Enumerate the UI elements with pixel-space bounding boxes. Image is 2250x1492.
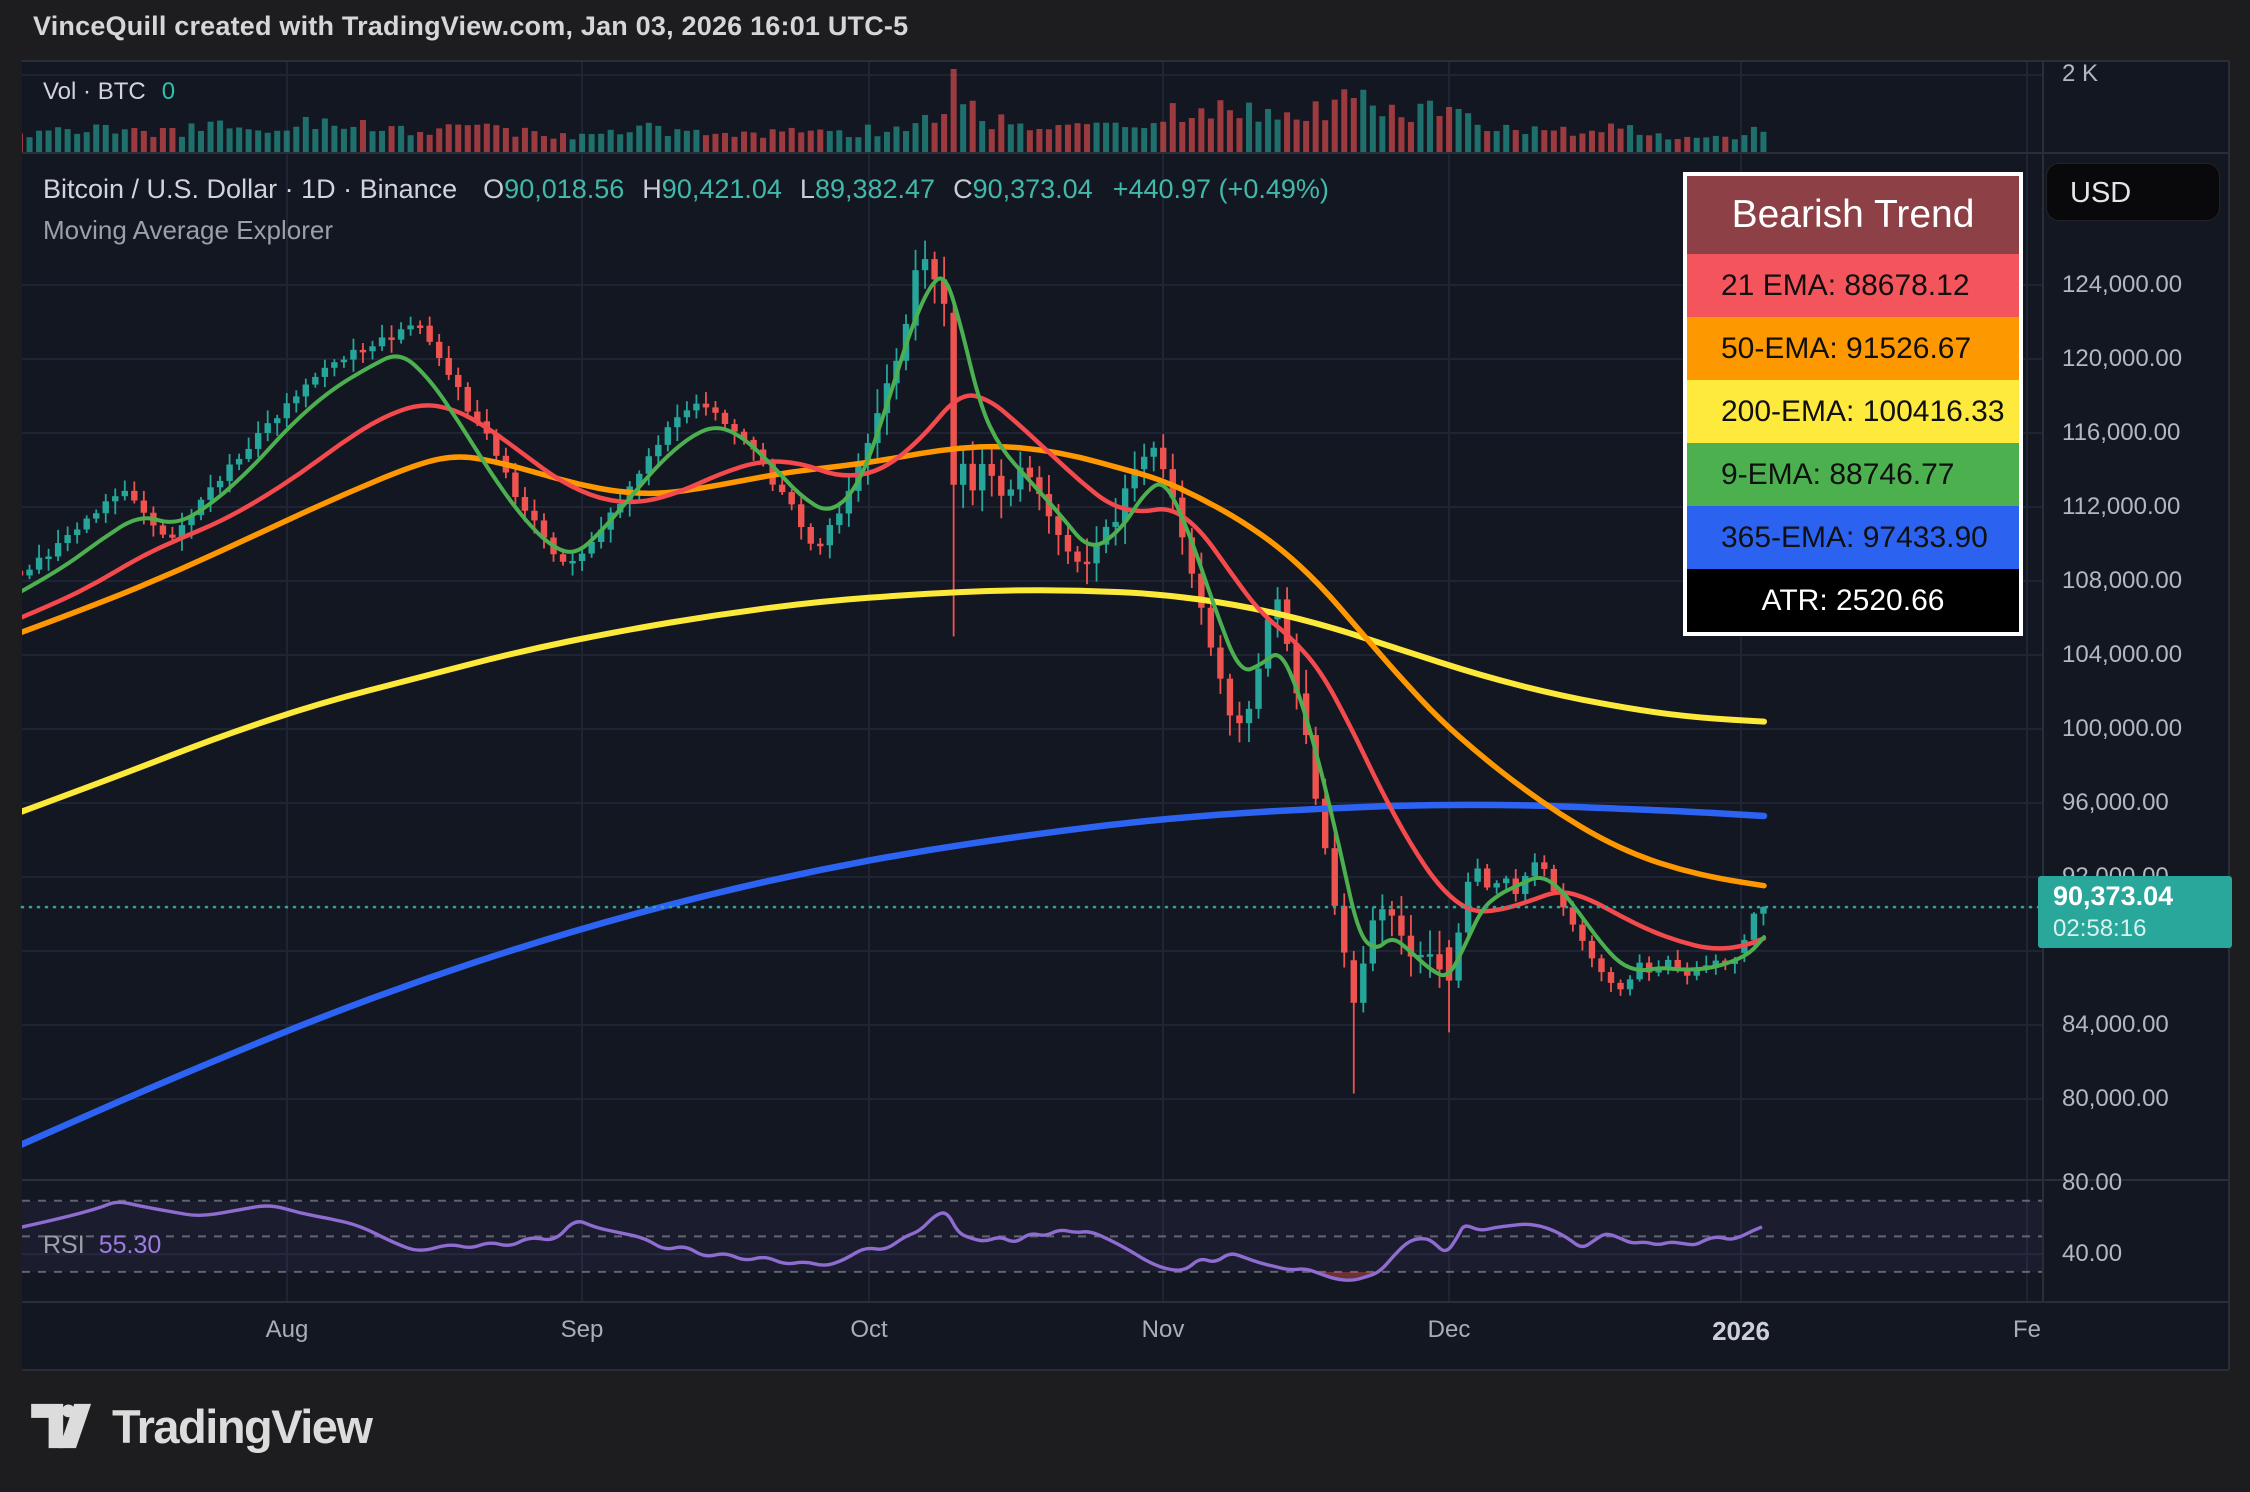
price-axis-label: 84,000.00: [2062, 1011, 2169, 1038]
trend-row: 50-EMA: 91526.67: [1687, 317, 2019, 380]
last-price-value: 90,373.04: [2053, 881, 2174, 911]
indicator-legend-ma-explorer[interactable]: Moving Average Explorer: [43, 215, 333, 246]
rsi-label: RSI: [43, 1231, 85, 1259]
price-axis-label: 116,000.00: [2062, 419, 2181, 446]
time-axis-label: Oct: [850, 1316, 888, 1343]
trend-row: 9-EMA: 88746.77: [1687, 443, 2019, 506]
close-label: C: [953, 174, 973, 204]
high-value: 90,421.04: [661, 174, 782, 204]
volume-scale-label: 2 K: [2062, 60, 2099, 87]
volume-legend[interactable]: Vol · BTC 0: [43, 78, 175, 106]
tradingview-snapshot: VinceQuill created with TradingView.com,…: [0, 0, 2250, 1492]
close-value: 90,373.04: [972, 174, 1093, 204]
trend-row: 200-EMA: 100416.33: [1687, 380, 2019, 443]
time-axis-label: 2026: [1712, 1316, 1770, 1346]
trend-status-panel: Bearish Trend 21 EMA: 88678.12 50-EMA: 91…: [1683, 172, 2023, 636]
trend-status-title: Bearish Trend: [1687, 176, 2019, 254]
bar-countdown: 02:58:16: [2053, 915, 2147, 942]
atr-row: ATR: 2520.66: [1687, 569, 2019, 632]
open-label: O: [483, 174, 505, 204]
price-axis-label: 124,000.00: [2062, 271, 2183, 298]
price-axis-label: 112,000.00: [2062, 493, 2181, 520]
price-axis-label: 120,000.00: [2062, 345, 2183, 372]
currency-button[interactable]: USD: [2046, 163, 2220, 221]
high-label: H: [642, 174, 662, 204]
time-axis-label: Aug: [265, 1316, 309, 1343]
price-axis-label: 108,000.00: [2062, 567, 2183, 594]
rsi-axis-label: 40.00: [2062, 1240, 2123, 1268]
trend-row: 21 EMA: 88678.12: [1687, 254, 2019, 317]
time-axis-label: Nov: [1141, 1316, 1185, 1343]
tradingview-glyph-icon: [31, 1403, 92, 1449]
price-axis-label: 96,000.00: [2062, 789, 2169, 816]
rsi-axis-label: 80.00: [2062, 1169, 2123, 1196]
symbol-title: Bitcoin / U.S. Dollar · 1D · Binance: [43, 174, 458, 204]
volume-legend-value: 0: [161, 78, 176, 105]
rsi-value: 55.30: [98, 1231, 162, 1259]
tradingview-logo[interactable]: TradingView: [30, 1396, 373, 1456]
tradingview-wordmark: TradingView: [112, 1399, 373, 1453]
price-axis-label: 80,000.00: [2062, 1085, 2169, 1112]
time-axis-label: Sep: [560, 1316, 604, 1343]
watermark-header: VinceQuill created with TradingView.com,…: [33, 11, 909, 41]
time-axis-label: Fe: [2012, 1316, 2042, 1343]
last-price-tag: 90,373.04 02:58:16: [2038, 876, 2232, 948]
price-axis-label: 100,000.00: [2062, 715, 2183, 742]
open-value: 90,018.56: [504, 174, 625, 204]
change-value: +440.97 (+0.49%): [1112, 174, 1329, 204]
time-axis-label: Dec: [1427, 1316, 1471, 1343]
trend-rows: 21 EMA: 88678.12 50-EMA: 91526.67 200-EMA:…: [1687, 254, 2019, 569]
volume-legend-label: Vol · BTC: [43, 78, 146, 105]
price-axis-label: 104,000.00: [2062, 641, 2183, 668]
symbol-legend[interactable]: Bitcoin / U.S. Dollar · 1D · Binance O90,…: [43, 174, 1329, 205]
rsi-legend[interactable]: RSI 55.30: [43, 1231, 161, 1260]
low-label: L: [799, 174, 815, 204]
trend-row: 365-EMA: 97433.90: [1687, 506, 2019, 569]
low-value: 89,382.47: [814, 174, 936, 204]
